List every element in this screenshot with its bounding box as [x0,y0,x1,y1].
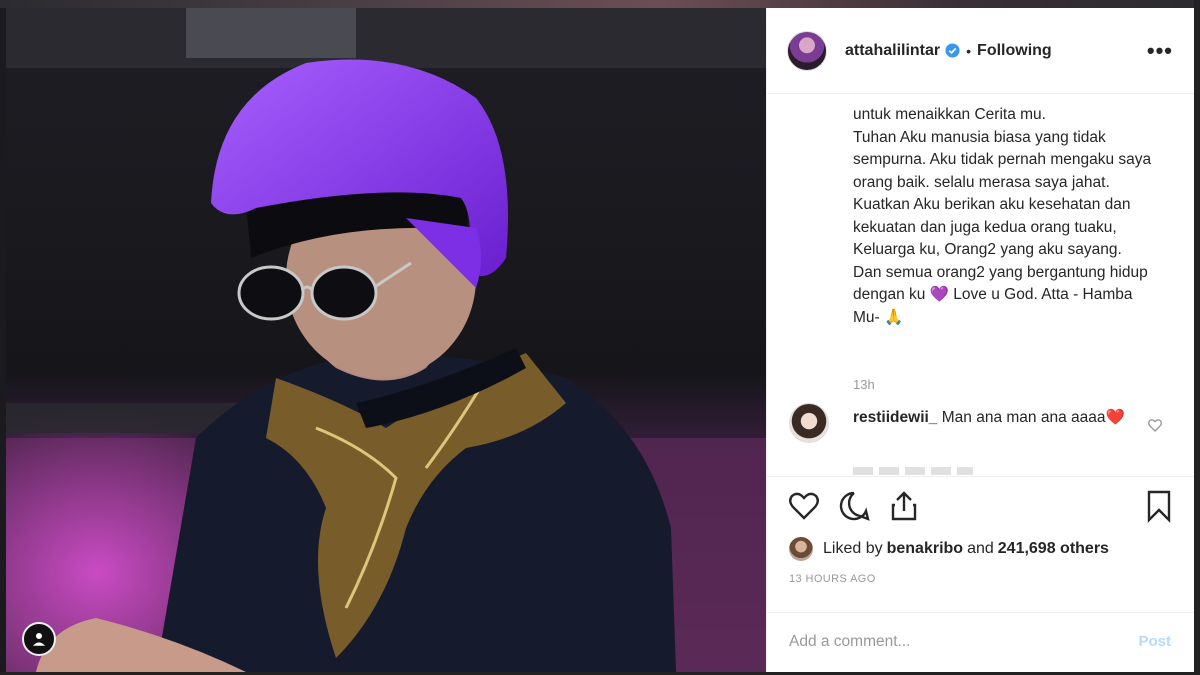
profile-avatar-button[interactable] [22,622,56,656]
background-strip [0,0,1200,8]
post-details-panel: attahalilintar • Following ••• untuk men… [766,8,1195,672]
more-options-icon[interactable]: ••• [1147,38,1173,64]
heart-icon[interactable] [787,489,821,523]
post-caption: untuk menaikkan Cerita mu. Tuhan Aku man… [853,106,1152,326]
add-comment-bar: Add a comment... Post [767,612,1195,672]
caption-time: 13h [853,377,875,392]
comment-item: restiidewii_ Man ana man ana aaaa❤️ [853,407,1143,429]
action-bar [767,476,1195,536]
liker-avatar[interactable] [789,537,813,561]
likes-prefix: Liked by [823,540,883,557]
header-separator: • [966,42,972,59]
comment-icon[interactable] [837,489,871,523]
bookmark-icon[interactable] [1142,489,1176,523]
post-header: attahalilintar • Following ••• [767,8,1195,94]
comment-text: Man ana man ana aaaa❤️ [941,409,1125,426]
clipped-comment-fragment [853,467,973,475]
post-timestamp[interactable]: 13 HOURS AGO [789,573,876,585]
likes-and: and [967,540,994,557]
likes-summary: Liked by benakribo and 241,698 others [789,536,1113,562]
author-username[interactable]: attahalilintar [845,42,940,60]
comment-heart-icon[interactable] [1147,417,1163,433]
comments-list[interactable]: untuk menaikkan Cerita mu. Tuhan Aku man… [767,95,1195,475]
comment-username[interactable]: restiidewii_ [853,409,937,426]
post-comment-button[interactable]: Post [1138,633,1171,650]
share-icon[interactable] [887,489,921,523]
comment-input[interactable]: Add a comment... [789,633,910,651]
liker-username[interactable]: benakribo [887,540,963,558]
likes-count[interactable]: 241,698 others [998,540,1109,558]
author-avatar[interactable] [787,30,827,71]
window-edge [1194,0,1200,675]
user-icon [33,633,45,646]
following-button[interactable]: Following [977,42,1052,60]
instagram-post-view: attahalilintar • Following ••• untuk men… [0,0,1200,675]
post-photo[interactable] [6,8,766,672]
verified-badge-icon [945,43,960,58]
commenter-avatar[interactable] [789,403,829,443]
